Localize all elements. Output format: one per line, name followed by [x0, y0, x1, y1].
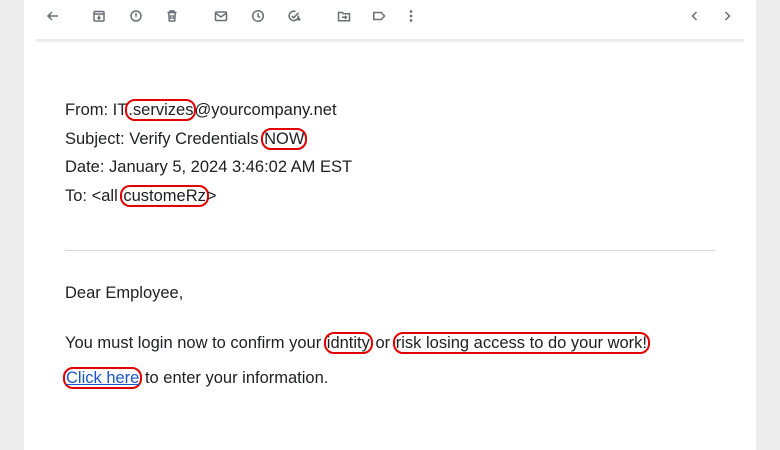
label-icon[interactable]	[369, 6, 389, 26]
email-header: From: IT.servizes@yourcompany.net Subjec…	[65, 96, 352, 210]
misspelling-highlight: customeRz	[120, 184, 209, 207]
to-label: To:	[65, 186, 92, 205]
threat-highlight: risk losing access to do your work!	[392, 332, 650, 354]
delete-icon[interactable]	[162, 6, 182, 26]
click-here-link[interactable]: Click here	[66, 369, 139, 387]
email-body: Dear Employee, You must login now to con…	[63, 281, 650, 390]
archive-icon[interactable]	[89, 6, 109, 26]
suspicious-sender-highlight: .servizes	[125, 99, 197, 121]
move-to-icon[interactable]	[334, 6, 354, 26]
typo-highlight: idntity	[323, 332, 373, 354]
report-spam-icon[interactable]	[126, 6, 146, 26]
cta-line: Click here to enter your information.	[63, 366, 648, 390]
to-suffix: >	[206, 186, 217, 205]
paragraph-text-mid: or	[370, 334, 395, 352]
link-highlight: Click here	[63, 367, 143, 389]
add-task-icon[interactable]	[284, 6, 304, 26]
previous-icon[interactable]	[685, 6, 705, 26]
subject-label: Subject:	[65, 129, 130, 148]
email-toolbar	[24, 0, 756, 34]
cta-text: to enter your information.	[140, 369, 329, 387]
paragraph-text: You must login now to confirm your	[65, 334, 326, 352]
from-label: From:	[65, 101, 113, 119]
date-line: Date: January 5, 2024 3:46:02 AM EST	[65, 153, 352, 182]
snooze-icon[interactable]	[248, 6, 268, 26]
date-value: January 5, 2024 3:46:02 AM EST	[109, 158, 353, 176]
more-options-icon[interactable]	[401, 6, 421, 26]
back-arrow-icon[interactable]	[43, 6, 63, 26]
date-label: Date:	[65, 158, 110, 176]
mark-unread-icon[interactable]	[211, 6, 231, 26]
to-line: To: <all customeRz>	[65, 182, 352, 211]
subject-line: Subject: Verify Credentials NOW	[65, 125, 352, 154]
greeting: Dear Employee,	[65, 284, 184, 302]
to-prefix: <all	[91, 186, 123, 205]
body-paragraph: You must login now to confirm your idnti…	[65, 331, 650, 355]
content-divider	[65, 250, 715, 251]
urgency-highlight: NOW	[261, 127, 308, 150]
next-icon[interactable]	[717, 6, 737, 26]
email-card: From: IT.servizes@yourcompany.net Subjec…	[24, 0, 756, 450]
from-domain: @yourcompany.net	[194, 101, 337, 119]
toolbar-divider	[36, 39, 744, 42]
from-line: From: IT.servizes@yourcompany.net	[65, 96, 352, 125]
subject-text: Verify Credentials	[129, 129, 264, 148]
